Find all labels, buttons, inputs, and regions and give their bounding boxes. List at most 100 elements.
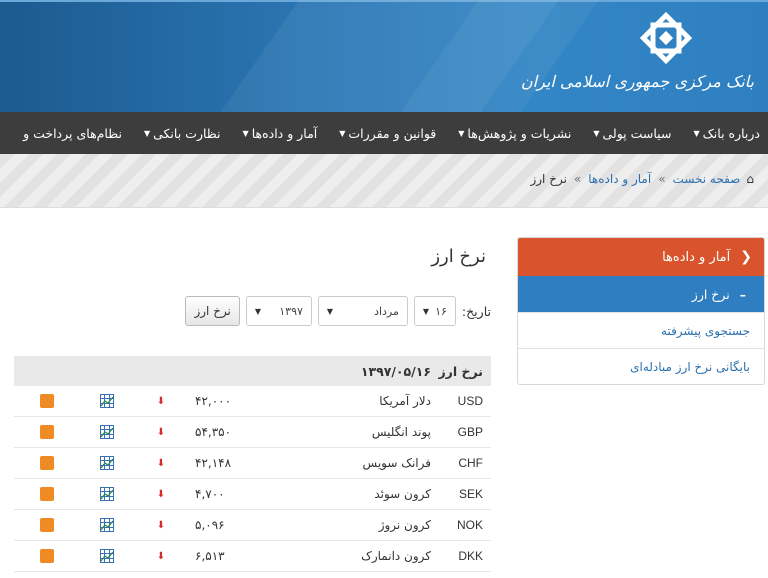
caret-down-icon: ▼	[458, 128, 465, 138]
currency-name: دلار آمریکا	[379, 394, 431, 408]
sidebar-header-statistics[interactable]: ❮ آمار و داده‌ها	[518, 238, 764, 276]
sidebar-header-label: آمار و داده‌ها	[662, 249, 731, 265]
breadcrumb-separator: »	[573, 172, 582, 186]
sidebar-item-advanced-search[interactable]: جستجوی پیشرفته	[518, 312, 764, 348]
day-select[interactable]: ۱۶ ▼	[413, 296, 456, 326]
arrow-down-icon: ⬇	[156, 488, 166, 500]
nav-label: قوانین و مقررات	[348, 125, 437, 141]
table-row: CHF فرانک سویس ۴۲,۱۴۸ ⬇	[14, 448, 491, 479]
nav-item-supervision[interactable]: نظارت بانکی ▼	[144, 126, 221, 141]
rss-icon[interactable]	[14, 456, 79, 470]
nav-label: آمار و داده‌ها	[251, 125, 318, 141]
arrow-down-icon: ⬇	[156, 426, 166, 438]
chart-icon[interactable]	[79, 394, 135, 408]
currency-rate: ۴,۷۰۰	[195, 487, 225, 501]
currency-rate: ۵۴,۳۵۰	[195, 425, 232, 439]
nav-item-about[interactable]: درباره بانک ▼	[693, 126, 760, 141]
table-row: SEK کرون سوئد ۴,۷۰۰ ⬇	[14, 479, 491, 510]
currency-code: DKK	[458, 549, 483, 563]
bank-name-logo-text[interactable]: بانک مرکزی جمهوری اسلامی ایران	[521, 72, 754, 91]
currency-name: کرون سوئد	[374, 487, 431, 501]
site-header: بانک مرکزی جمهوری اسلامی ایران	[0, 0, 768, 112]
arrow-down-icon: ⬇	[156, 550, 166, 562]
nav-label: نشریات و پژوهش‌ها	[467, 125, 572, 141]
dash-icon: –	[739, 286, 746, 302]
currency-rate: ۴۲,۱۴۸	[195, 456, 232, 470]
nav-label: نظارت بانکی	[153, 125, 221, 141]
currency-rate: ۵,۰۹۶	[195, 518, 225, 532]
currency-code: SEK	[458, 487, 483, 501]
chart-icon[interactable]	[79, 518, 135, 532]
table-row: DKK کرون دانمارک ۶,۵۱۳ ⬇	[14, 541, 491, 572]
chevron-left-icon: ❮	[740, 249, 752, 265]
nav-label: نظام‌های پرداخت و	[23, 125, 122, 141]
breadcrumb-bar: ⌂ صفحه نخست » آمار و داده‌ها » نرخ ارز	[0, 154, 768, 208]
caret-down-icon: ▼	[593, 128, 600, 138]
arrow-down-icon: ⬇	[156, 457, 166, 469]
sidebar-item-label: بایگانی نرخ ارز مبادله‌ای	[630, 359, 750, 374]
date-selector-row: تاریخ: ۱۶ ▼ مرداد ▼ ۱۳۹۷ ▼ نرخ ارز	[163, 296, 491, 326]
nav-item-statistics[interactable]: آمار و داده‌ها ▼	[243, 126, 318, 141]
chart-icon[interactable]	[79, 549, 135, 563]
year-select[interactable]: ۱۳۹۷ ▼	[245, 296, 312, 326]
breadcrumb: ⌂ صفحه نخست » آمار و داده‌ها » نرخ ارز	[530, 172, 754, 186]
main-nav: درباره بانک ▼ سیاست پولی ▼ نشریات و پژوهش‌…	[0, 112, 768, 154]
caret-down-icon: ▼	[242, 128, 249, 138]
breadcrumb-home-link[interactable]: صفحه نخست	[673, 172, 741, 186]
sidebar-item-exchange-rate[interactable]: – نرخ ارز	[518, 276, 764, 312]
home-icon[interactable]: ⌂	[746, 172, 754, 186]
table-row: GBP پوند انگلیس ۵۴,۳۵۰ ⬇	[14, 417, 491, 448]
page-title: نرخ ارز	[431, 246, 486, 267]
chart-icon[interactable]	[79, 456, 135, 470]
currency-rate: ۴۲,۰۰۰	[195, 394, 232, 408]
table-row: NOK کرون نروژ ۵,۰۹۶ ⬇	[14, 510, 491, 541]
nav-label: سیاست پولی	[602, 125, 672, 141]
table-header: نرخ ارز ۱۳۹۷/۰۵/۱۶	[14, 356, 491, 386]
nav-item-payment-systems[interactable]: نظام‌های پرداخت و	[23, 126, 122, 141]
header-date: ۱۳۹۷/۰۵/۱۶	[360, 363, 431, 379]
year-value: ۱۳۹۷	[279, 304, 303, 318]
currency-rate: ۶,۵۱۳	[195, 549, 225, 563]
sidebar-item-label: جستجوی پیشرفته	[661, 323, 750, 338]
caret-down-icon: ▼	[339, 128, 346, 138]
month-select[interactable]: مرداد ▼	[317, 296, 408, 326]
breadcrumb-section-link[interactable]: آمار و داده‌ها	[588, 172, 651, 186]
day-value: ۱۶	[435, 304, 447, 318]
currency-code: CHF	[458, 456, 483, 470]
header-rate: نرخ ارز	[438, 363, 483, 379]
table-row: USD دلار آمریکا ۴۲,۰۰۰ ⬇	[14, 386, 491, 417]
nav-label: درباره بانک	[702, 125, 760, 141]
rss-icon[interactable]	[14, 518, 79, 532]
caret-down-icon: ▼	[326, 306, 334, 316]
caret-down-icon: ▼	[422, 306, 430, 316]
caret-down-icon: ▼	[143, 128, 151, 138]
exchange-rate-button[interactable]: نرخ ارز	[185, 296, 240, 326]
arrow-down-icon: ⬇	[156, 519, 166, 531]
sidebar: ❮ آمار و داده‌ها – نرخ ارز جستجوی پیشرفت…	[517, 237, 765, 385]
rss-icon[interactable]	[14, 487, 79, 501]
currency-code: GBP	[457, 425, 483, 439]
sidebar-item-rate-archive[interactable]: بایگانی نرخ ارز مبادله‌ای	[518, 348, 764, 384]
chart-icon[interactable]	[79, 425, 135, 439]
chart-icon[interactable]	[79, 487, 135, 501]
currency-name: کرون نروژ	[378, 518, 431, 532]
exchange-rate-table: نرخ ارز ۱۳۹۷/۰۵/۱۶ USD دلار آمریکا ۴۲,۰۰…	[14, 356, 491, 572]
cbi-logo-icon[interactable]	[636, 8, 696, 68]
date-label: تاریخ:	[461, 303, 491, 319]
breadcrumb-separator: »	[658, 172, 666, 186]
nav-item-publications[interactable]: نشریات و پژوهش‌ها ▼	[458, 126, 571, 141]
nav-item-monetary-policy[interactable]: سیاست پولی ▼	[593, 126, 671, 141]
currency-code: NOK	[456, 518, 483, 532]
nav-item-laws[interactable]: قوانین و مقررات ▼	[339, 126, 436, 141]
rss-icon[interactable]	[14, 425, 79, 439]
arrow-down-icon: ⬇	[156, 395, 166, 407]
breadcrumb-current: نرخ ارز	[530, 172, 567, 186]
currency-name: فرانک سویس	[362, 456, 431, 470]
caret-down-icon: ▼	[254, 306, 262, 316]
currency-name: کرون دانمارک	[361, 549, 431, 563]
month-value: مرداد	[374, 304, 399, 318]
rss-icon[interactable]	[14, 394, 79, 408]
currency-name: پوند انگلیس	[371, 425, 431, 439]
rss-icon[interactable]	[14, 549, 79, 563]
currency-code: USD	[457, 394, 483, 408]
